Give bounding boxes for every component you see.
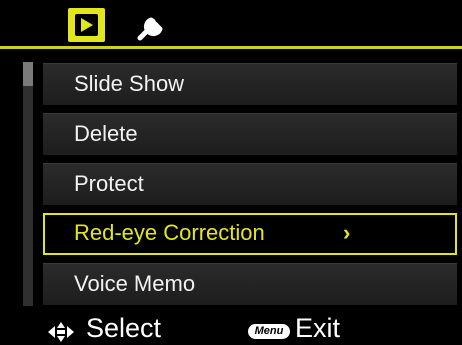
header-divider <box>0 46 462 49</box>
menu-item-slide-show[interactable]: Slide Show <box>43 63 457 105</box>
playback-icon <box>75 14 98 36</box>
menu-item-red-eye-correction[interactable]: Red-eye Correction › <box>43 213 457 255</box>
wrench-icon <box>137 15 163 41</box>
tab-setup[interactable] <box>130 9 170 43</box>
tab-playback[interactable] <box>68 8 105 42</box>
exit-hint-label: Exit <box>295 313 341 343</box>
menu-item-voice-memo[interactable]: Voice Memo <box>43 263 457 305</box>
menu-key-icon: Menu <box>248 324 290 339</box>
scroll-thumb[interactable] <box>23 62 33 86</box>
menu-item-label: Voice Memo <box>74 271 196 296</box>
select-hint-label: Select <box>86 313 162 343</box>
top-tab-bar <box>0 0 462 46</box>
menu-item-label: Red-eye Correction <box>74 220 265 245</box>
menu-item-label: Protect <box>74 171 144 196</box>
menu-item-protect[interactable]: Protect <box>43 163 457 205</box>
menu-item-label: Slide Show <box>74 71 185 96</box>
scrollbar[interactable] <box>23 62 33 306</box>
chevron-right-icon: › <box>343 220 351 245</box>
left-right-arrows-icon <box>48 322 74 342</box>
menu-item-delete[interactable]: Delete <box>43 113 457 155</box>
menu-item-label: Delete <box>74 121 138 146</box>
footer-hint-bar: Select Menu Exit <box>0 309 462 345</box>
